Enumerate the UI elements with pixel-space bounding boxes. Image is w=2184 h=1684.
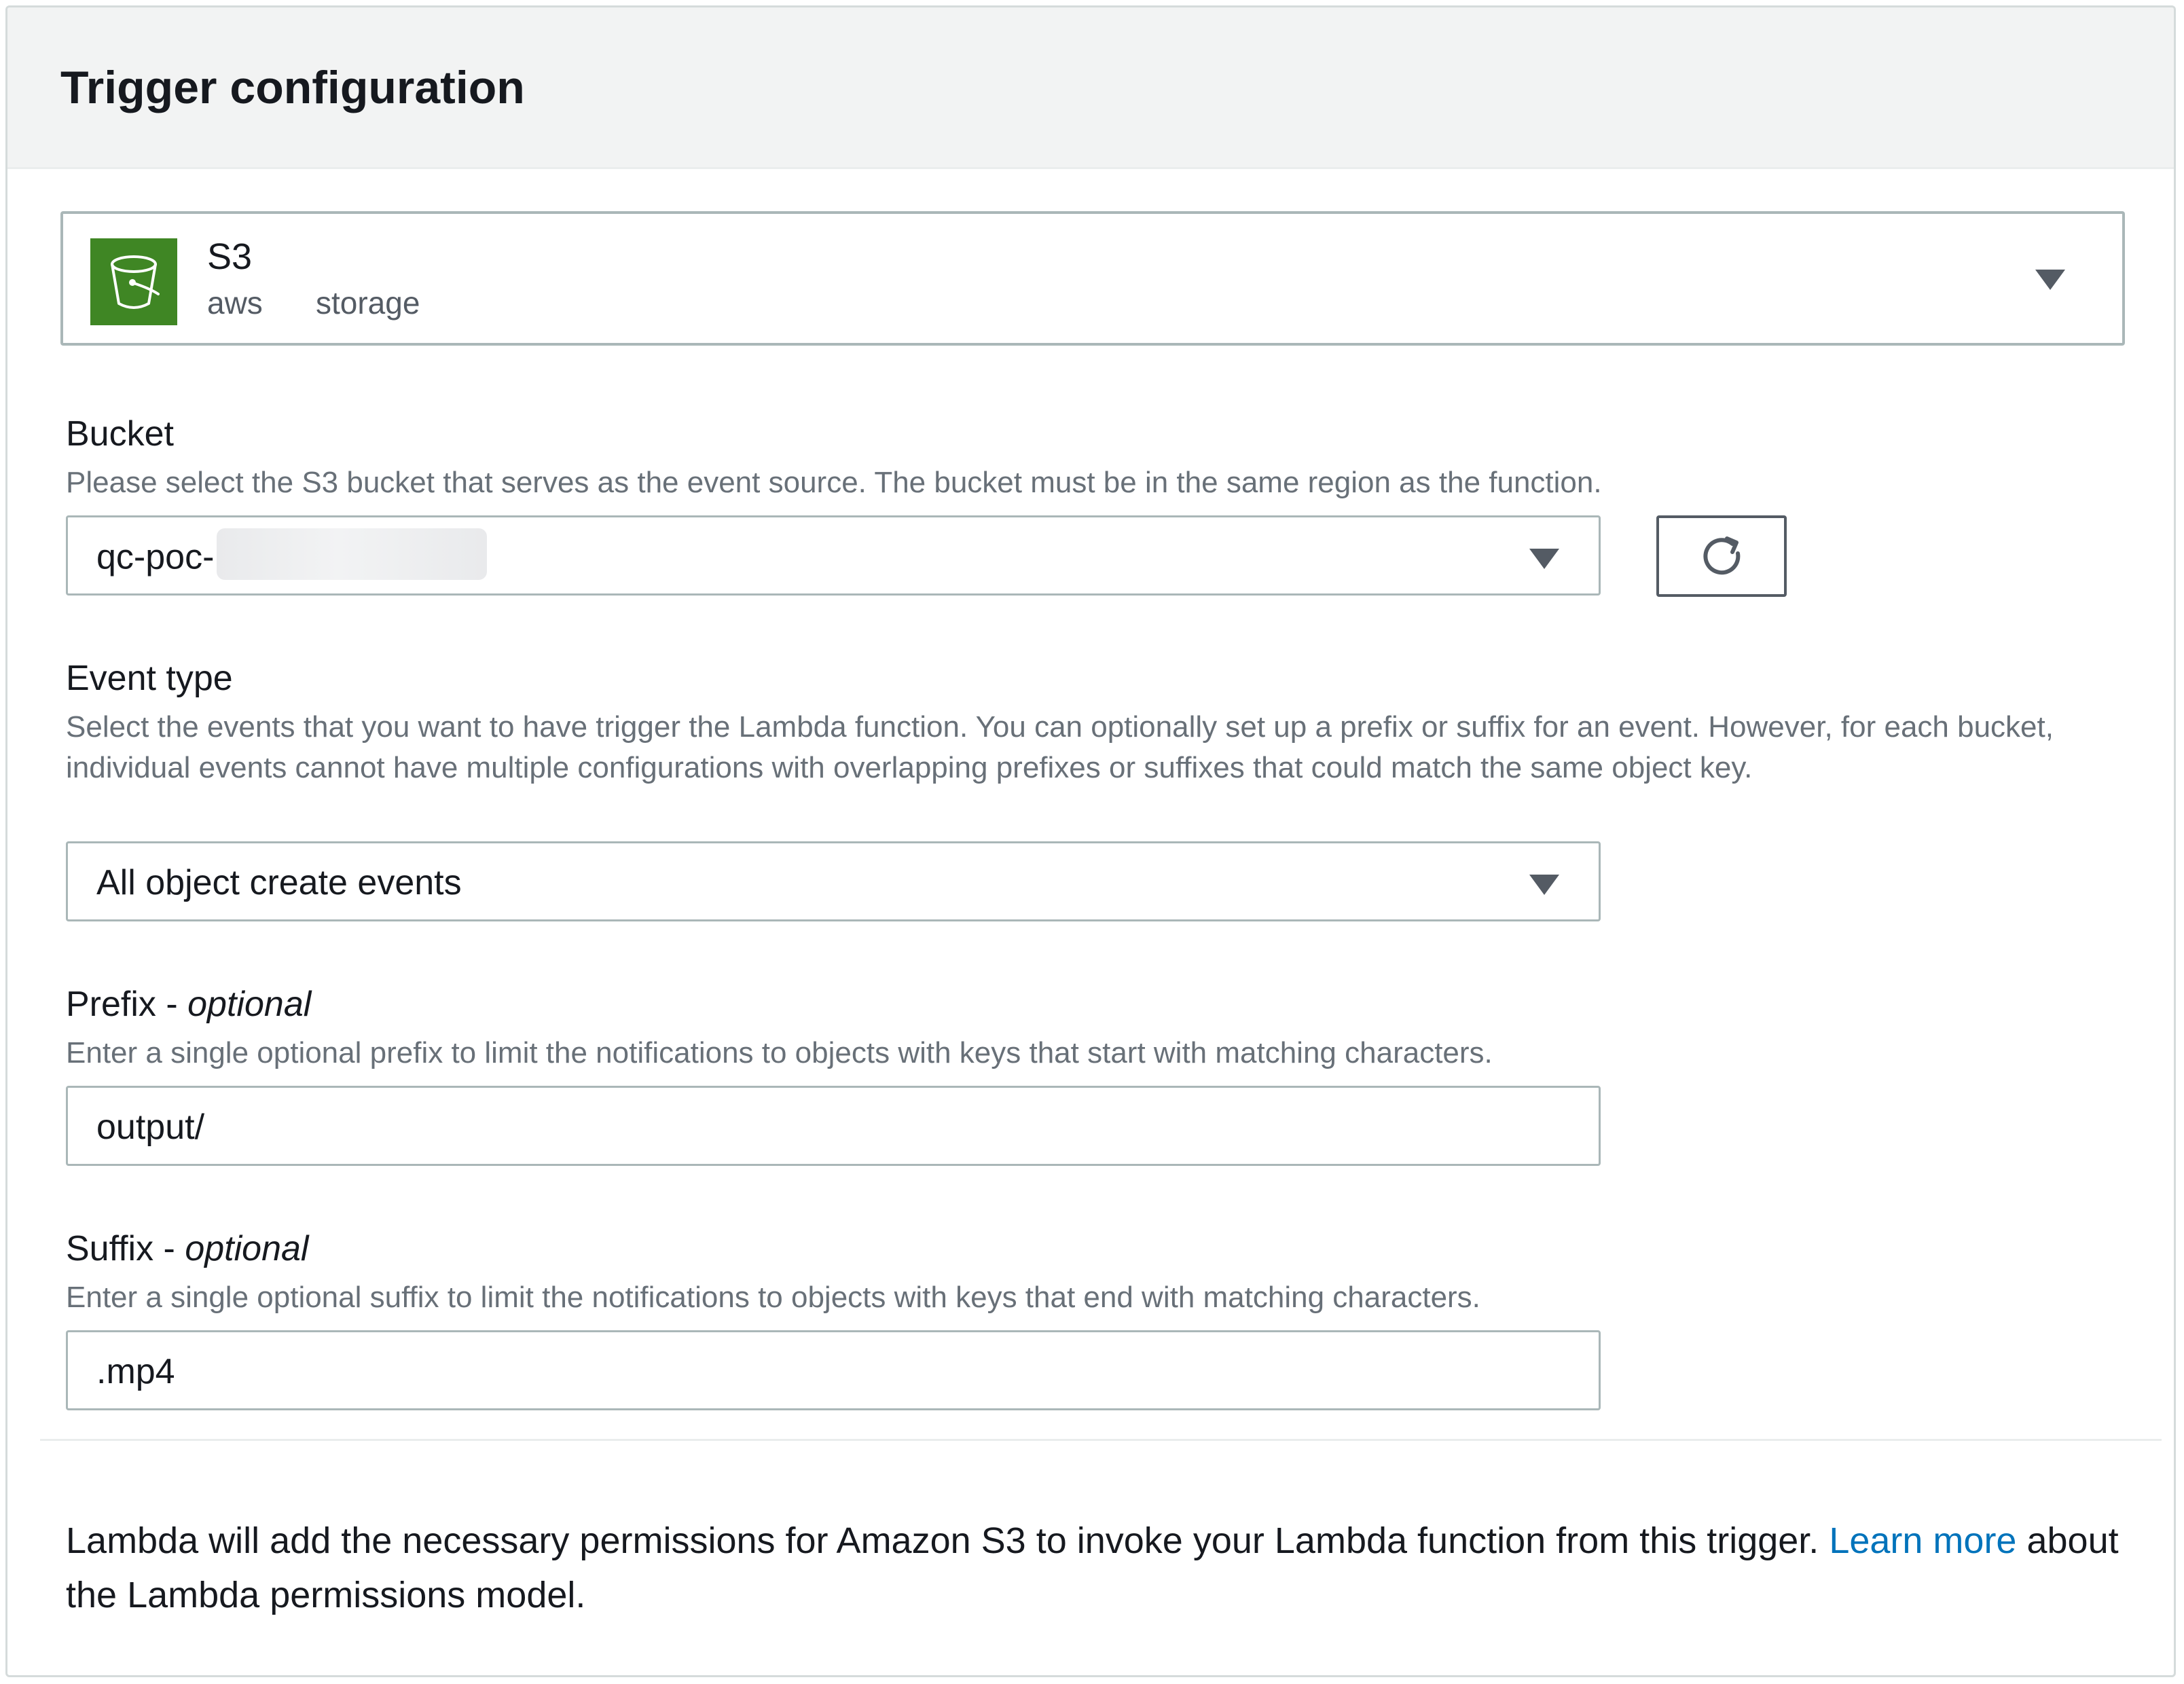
chevron-down-icon xyxy=(1529,549,1559,569)
service-tag-provider: aws xyxy=(207,285,263,321)
bucket-name-visible: qc-poc- xyxy=(96,537,215,577)
suffix-optional-label: optional xyxy=(185,1229,309,1268)
panel-title: Trigger configuration xyxy=(60,62,525,113)
section-divider xyxy=(40,1439,2162,1441)
suffix-input[interactable]: .mp4 xyxy=(66,1330,1601,1410)
bucket-select-value: qc-poc- xyxy=(96,528,488,580)
event-type-description: Select the events that you want to have … xyxy=(66,710,2054,784)
event-type-value: All object create events xyxy=(96,863,462,902)
permissions-note-text: Lambda will add the necessary permission… xyxy=(66,1520,1830,1561)
trigger-service-select[interactable]: S3 aws storage xyxy=(60,211,2125,346)
prefix-label-text: Prefix - xyxy=(66,985,188,1024)
chevron-down-icon xyxy=(1529,875,1559,895)
learn-more-link[interactable]: Learn more xyxy=(1829,1520,2016,1561)
redacted-bucket-suffix xyxy=(217,528,488,580)
permissions-note: Lambda will add the necessary permission… xyxy=(66,1514,2124,1622)
prefix-input[interactable]: output/ xyxy=(66,1086,1601,1166)
chevron-down-icon xyxy=(2035,270,2065,290)
bucket-select[interactable]: qc-poc- xyxy=(66,515,1601,596)
prefix-optional-label: optional xyxy=(187,985,312,1024)
service-tag-category: storage xyxy=(316,285,420,321)
event-type-label: Event type xyxy=(66,659,233,698)
prefix-label: Prefix - optional xyxy=(66,987,311,1022)
s3-bucket-icon xyxy=(90,238,177,325)
refresh-icon xyxy=(1703,536,1741,575)
prefix-description: Enter a single optional prefix to limit … xyxy=(66,1036,1493,1069)
bucket-label: Bucket xyxy=(66,414,174,454)
service-name: S3 xyxy=(207,236,253,277)
event-type-select[interactable]: All object create events xyxy=(66,841,1601,921)
refresh-buckets-button[interactable] xyxy=(1656,515,1787,597)
suffix-description: Enter a single optional suffix to limit … xyxy=(66,1281,1480,1314)
bucket-description: Please select the S3 bucket that serves … xyxy=(66,466,1602,499)
suffix-label-text: Suffix - xyxy=(66,1229,185,1268)
prefix-input-value: output/ xyxy=(96,1108,205,1147)
suffix-input-value: .mp4 xyxy=(96,1352,175,1391)
trigger-configuration-panel: Trigger configuration S3 aws storage Buc… xyxy=(5,5,2176,1677)
panel-header: Trigger configuration xyxy=(7,7,2174,169)
suffix-label: Suffix - optional xyxy=(66,1231,308,1266)
